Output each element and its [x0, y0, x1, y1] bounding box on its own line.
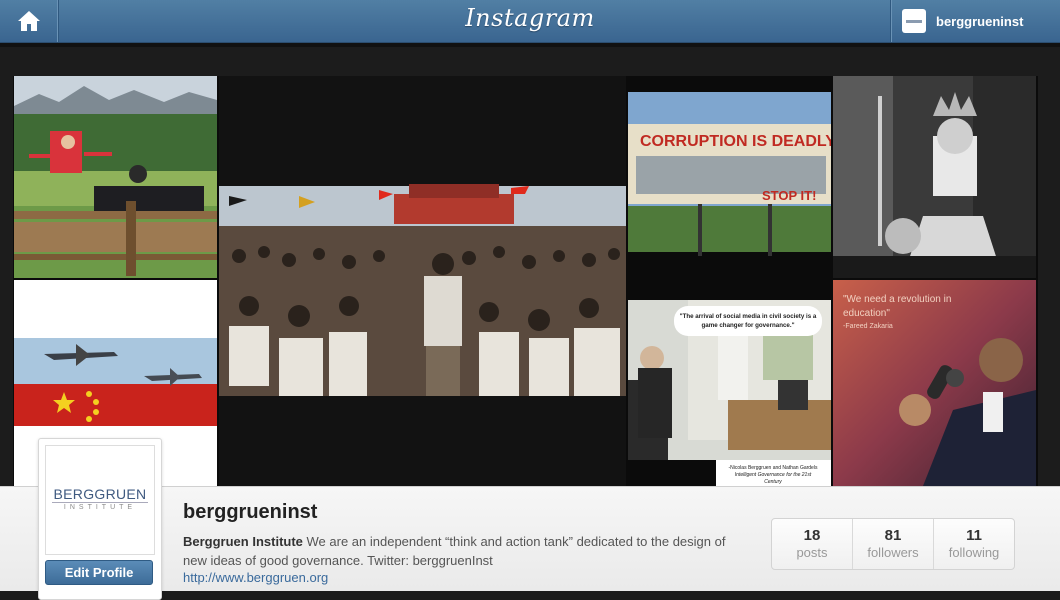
stat-followers[interactable]: 81 followers	[852, 519, 933, 569]
profile-bio: Berggruen Institute We are an independen…	[183, 532, 743, 570]
stat-posts[interactable]: 18 posts	[772, 519, 852, 569]
photo-tile-2[interactable]	[219, 76, 626, 486]
user-avatar-icon	[902, 9, 926, 33]
stat-following[interactable]: 11 following	[933, 519, 1014, 569]
svg-text:"The arrival of social media i: "The arrival of social media in civil so…	[680, 313, 817, 320]
photo-tile-4[interactable]	[833, 76, 1036, 278]
edit-profile-button[interactable]: Edit Profile	[45, 560, 153, 585]
top-bar: Instagram berggrueninst	[0, 0, 1060, 43]
user-menu-button[interactable]: berggrueninst	[890, 0, 1060, 42]
avatar-logo-title: BERGGRUEN	[53, 486, 147, 502]
avatar-logo-subtitle: INSTITUTE	[63, 504, 137, 511]
svg-text:Century: Century	[764, 479, 782, 485]
profile-avatar-card: BERGGRUEN INSTITUTE Edit Profile	[38, 438, 162, 600]
svg-text:STOP IT!: STOP IT!	[762, 188, 816, 203]
svg-text:-Fareed Zakaria: -Fareed Zakaria	[843, 323, 893, 330]
stat-label: following	[948, 545, 1000, 560]
bio-name: Berggruen Institute	[183, 534, 303, 549]
svg-text:Intelligent Governance for the: Intelligent Governance for the 21st	[735, 472, 812, 478]
svg-text:-Nicolas Berggruen and Nathan: -Nicolas Berggruen and Nathan Gardels	[729, 465, 818, 471]
profile-avatar[interactable]: BERGGRUEN INSTITUTE	[45, 445, 155, 555]
profile-stats: 18 posts 81 followers 11 following	[771, 518, 1015, 570]
avatar-logo-divider	[52, 502, 148, 503]
photo-grid: CORRUPTION IS DEADLY STOP IT! "The arriv…	[13, 76, 1038, 486]
photo-tile-6[interactable]: "The arrival of social media in civil so…	[628, 280, 831, 486]
photo-tile-3[interactable]: CORRUPTION IS DEADLY STOP IT!	[628, 76, 831, 278]
stat-count: 81	[884, 527, 902, 544]
svg-text:education": education"	[843, 308, 890, 319]
home-button[interactable]	[0, 0, 59, 42]
photo-tile-7[interactable]: "We need a revolution in education" -Far…	[833, 280, 1036, 486]
stat-count: 11	[966, 527, 982, 544]
header-username: berggrueninst	[936, 13, 1024, 29]
billboard-text: CORRUPTION IS DEADLY	[640, 133, 831, 150]
svg-text:"We need a revolution in: "We need a revolution in	[843, 294, 951, 305]
stat-label: posts	[796, 545, 828, 560]
stat-label: followers	[867, 545, 919, 560]
home-icon	[18, 11, 40, 31]
profile-website-link[interactable]: http://www.berggruen.org	[183, 570, 328, 585]
photo-tile-1[interactable]	[14, 76, 217, 278]
profile-username: berggrueninst	[183, 501, 318, 523]
svg-text:game changer for governance.": game changer for governance."	[701, 322, 794, 329]
header-shadow	[0, 43, 1060, 47]
stat-count: 18	[803, 527, 821, 544]
